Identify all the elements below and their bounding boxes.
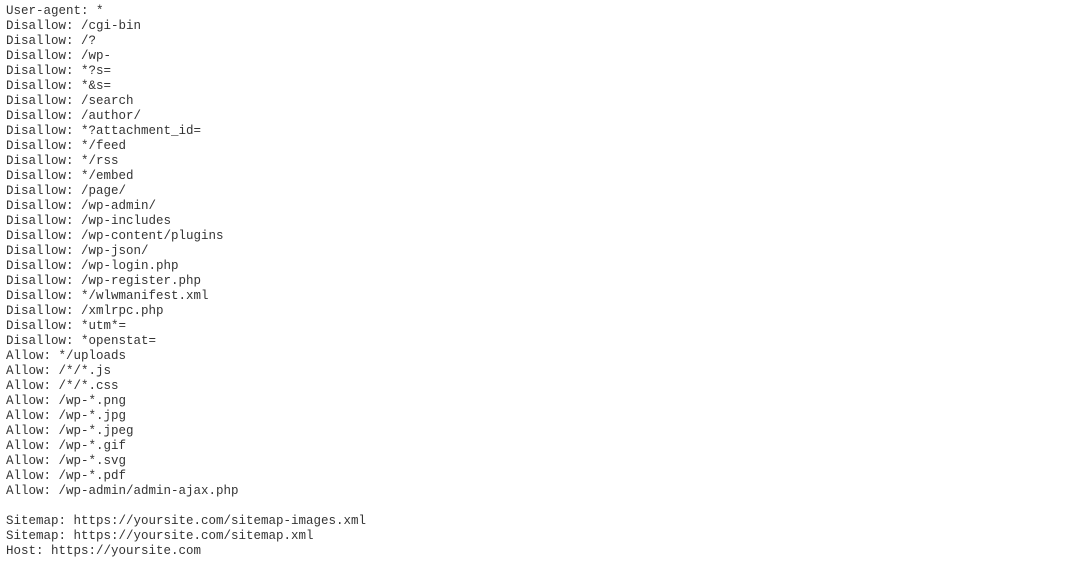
robots-txt-content: User-agent: * Disallow: /cgi-bin Disallo…: [0, 0, 1080, 563]
